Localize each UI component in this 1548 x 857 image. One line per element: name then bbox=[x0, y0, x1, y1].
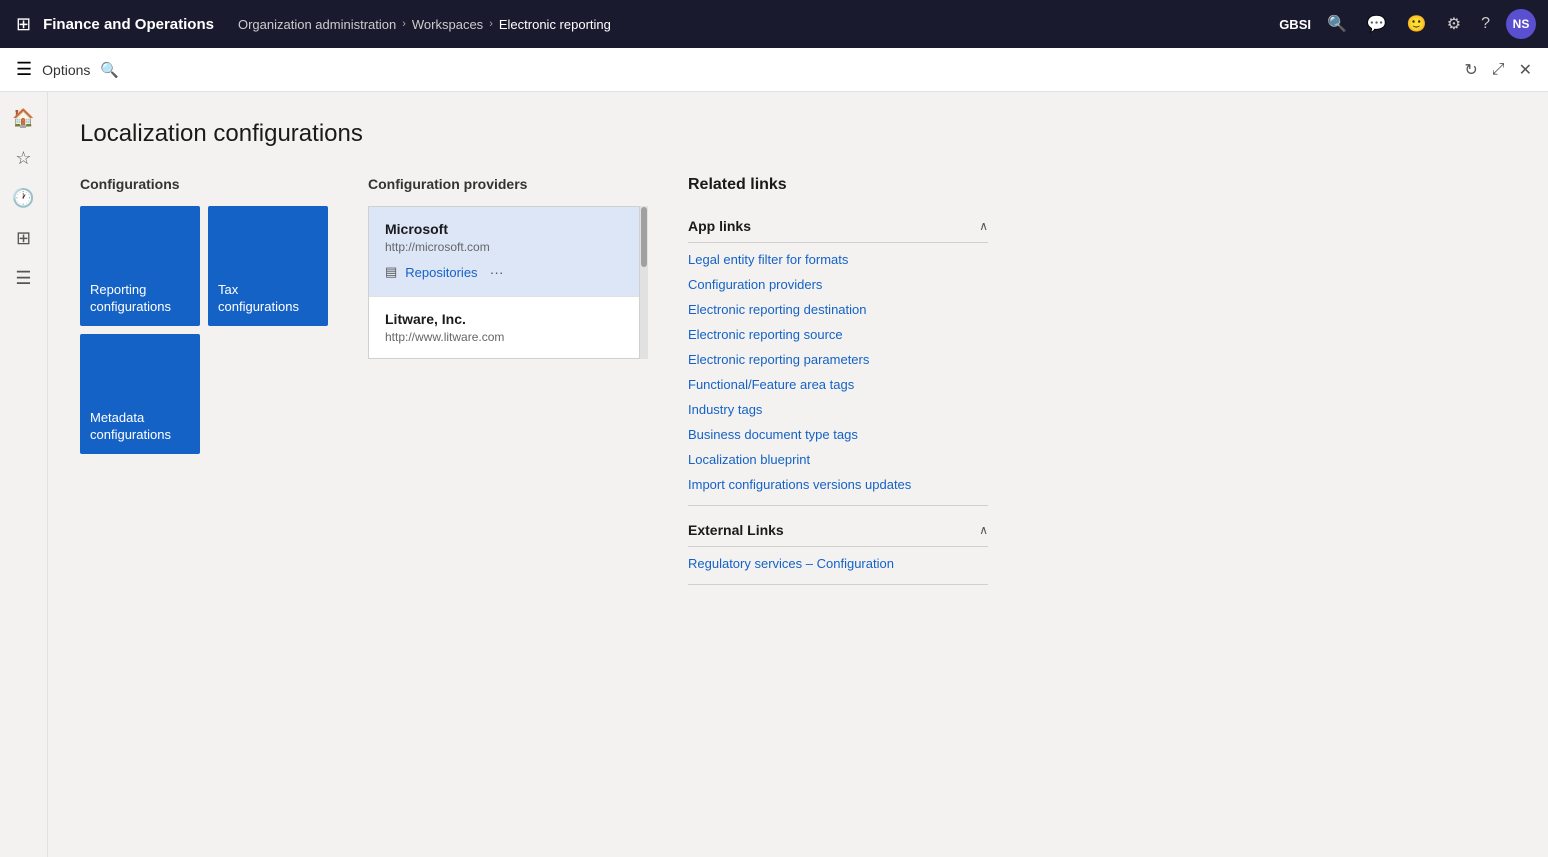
expand-icon[interactable]: ⤢ bbox=[1492, 61, 1505, 79]
link-legal-entity[interactable]: Legal entity filter for formats bbox=[688, 247, 988, 272]
link-regulatory-services[interactable]: Regulatory services – Configuration bbox=[688, 551, 988, 576]
feedback-icon[interactable]: 🙂 bbox=[1403, 10, 1431, 38]
sidebar-item-home[interactable]: 🏠 bbox=[6, 100, 42, 136]
breadcrumb: Organization administration › Workspaces… bbox=[238, 17, 1271, 32]
link-functional-tags[interactable]: Functional/Feature area tags bbox=[688, 372, 988, 397]
sidebar-item-workspaces[interactable]: ⊞ bbox=[6, 220, 42, 256]
options-bar-right: ↻ ⤢ ✕ bbox=[1464, 60, 1532, 80]
sidebar-item-recent[interactable]: 🕐 bbox=[6, 180, 42, 216]
grid-icon[interactable]: ⊞ bbox=[12, 10, 35, 39]
external-links-chevron: ∧ bbox=[979, 523, 988, 537]
settings-icon[interactable]: ⚙ bbox=[1443, 10, 1465, 38]
related-links-section: Related links App links ∧ Legal entity f… bbox=[688, 176, 988, 593]
provider-item-litware[interactable]: Litware, Inc. http://www.litware.com bbox=[369, 297, 639, 358]
link-config-providers[interactable]: Configuration providers bbox=[688, 272, 988, 297]
providers-list: Microsoft http://microsoft.com ▤ Reposit… bbox=[368, 206, 640, 359]
link-er-parameters[interactable]: Electronic reporting parameters bbox=[688, 347, 988, 372]
search-icon[interactable]: 🔍 bbox=[1323, 10, 1351, 38]
external-links-header[interactable]: External Links ∧ bbox=[688, 514, 988, 547]
options-search-icon[interactable]: 🔍 bbox=[100, 61, 119, 79]
app-links-chevron: ∧ bbox=[979, 219, 988, 233]
tile-metadata[interactable]: Metadata configurations bbox=[80, 334, 200, 454]
message-icon[interactable]: 💬 bbox=[1363, 10, 1391, 38]
sidebar-item-favorites[interactable]: ☆ bbox=[6, 140, 42, 176]
link-localization-blueprint[interactable]: Localization blueprint bbox=[688, 447, 988, 472]
provider-actions-microsoft: ▤ Repositories ··· bbox=[385, 262, 623, 282]
tiles-grid: Reporting configurations Tax configurati… bbox=[80, 206, 328, 454]
repositories-icon: ▤ bbox=[385, 264, 397, 280]
close-icon[interactable]: ✕ bbox=[1519, 60, 1532, 80]
provider-item-microsoft[interactable]: Microsoft http://microsoft.com ▤ Reposit… bbox=[369, 207, 639, 297]
top-nav-right: GBSI 🔍 💬 🙂 ⚙ ? NS bbox=[1279, 9, 1536, 39]
provider-name-microsoft: Microsoft bbox=[385, 221, 623, 237]
link-industry-tags[interactable]: Industry tags bbox=[688, 397, 988, 422]
external-links-footer bbox=[688, 584, 988, 585]
link-er-destination[interactable]: Electronic reporting destination bbox=[688, 297, 988, 322]
app-links-title: App links bbox=[688, 218, 751, 234]
provider-url-microsoft: http://microsoft.com bbox=[385, 240, 623, 254]
top-nav: ⊞ Finance and Operations Organization ad… bbox=[0, 0, 1548, 48]
link-business-doc-tags[interactable]: Business document type tags bbox=[688, 422, 988, 447]
tile-reporting[interactable]: Reporting configurations bbox=[80, 206, 200, 326]
avatar[interactable]: NS bbox=[1506, 9, 1536, 39]
providers-wrapper: Microsoft http://microsoft.com ▤ Reposit… bbox=[368, 206, 648, 359]
options-bar: ☰ Options 🔍 ↻ ⤢ ✕ bbox=[0, 48, 1548, 92]
providers-scroll-thumb bbox=[641, 207, 647, 267]
configurations-section-title: Configurations bbox=[80, 176, 328, 192]
sidebar-item-list[interactable]: ☰ bbox=[6, 260, 42, 296]
breadcrumb-org-admin[interactable]: Organization administration bbox=[238, 17, 396, 32]
app-links-group: App links ∧ Legal entity filter for form… bbox=[688, 210, 988, 506]
related-links-title: Related links bbox=[688, 176, 988, 194]
provider-name-litware: Litware, Inc. bbox=[385, 311, 623, 327]
external-links-group: External Links ∧ Regulatory services – C… bbox=[688, 514, 988, 585]
provider-url-litware: http://www.litware.com bbox=[385, 330, 623, 344]
sections-row: Configurations Reporting configurations … bbox=[80, 176, 1516, 593]
providers-scrollbar[interactable] bbox=[640, 206, 648, 359]
external-links-title: External Links bbox=[688, 522, 784, 538]
breadcrumb-workspaces[interactable]: Workspaces bbox=[412, 17, 483, 32]
company-badge: GBSI bbox=[1279, 17, 1311, 32]
page-title: Localization configurations bbox=[80, 120, 1516, 148]
content-area: Localization configurations Configuratio… bbox=[48, 92, 1548, 857]
app-links-header[interactable]: App links ∧ bbox=[688, 210, 988, 243]
link-import-configs[interactable]: Import configurations versions updates bbox=[688, 472, 988, 497]
breadcrumb-electronic-reporting[interactable]: Electronic reporting bbox=[499, 17, 611, 32]
chevron-icon-1: › bbox=[402, 18, 406, 30]
configuration-providers-section: Configuration providers Microsoft http:/… bbox=[368, 176, 648, 359]
app-title: Finance and Operations bbox=[43, 16, 214, 33]
options-bar-left: ☰ Options 🔍 bbox=[16, 59, 119, 80]
chevron-icon-2: › bbox=[489, 18, 493, 30]
configurations-section: Configurations Reporting configurations … bbox=[80, 176, 328, 454]
main-layout: 🏠 ☆ 🕐 ⊞ ☰ Localization configurations Co… bbox=[0, 92, 1548, 857]
repositories-link[interactable]: Repositories bbox=[405, 265, 477, 280]
providers-section-title: Configuration providers bbox=[368, 176, 648, 192]
help-icon[interactable]: ? bbox=[1477, 11, 1494, 37]
tile-tax[interactable]: Tax configurations bbox=[208, 206, 328, 326]
sidebar: 🏠 ☆ 🕐 ⊞ ☰ bbox=[0, 92, 48, 857]
refresh-icon[interactable]: ↻ bbox=[1464, 60, 1477, 80]
link-er-source[interactable]: Electronic reporting source bbox=[688, 322, 988, 347]
hamburger-icon[interactable]: ☰ bbox=[16, 59, 32, 80]
ellipsis-button[interactable]: ··· bbox=[486, 262, 508, 282]
options-label: Options bbox=[42, 62, 90, 78]
app-links-footer bbox=[688, 505, 988, 506]
